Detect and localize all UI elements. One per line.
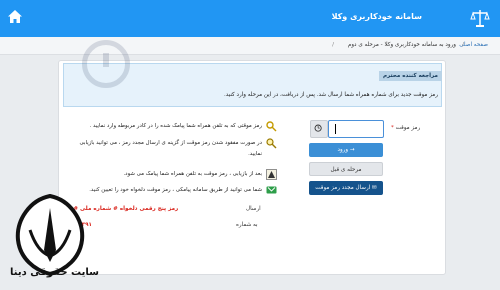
info-line: در صورت مفقود شدن رمز موقت از گزینه ی ار…	[79, 140, 262, 146]
breadcrumb-separator: /	[332, 42, 334, 48]
previous-step-button[interactable]: مرحله ی قبل	[309, 162, 383, 176]
password-label: رمز موقت *	[391, 125, 421, 131]
to-number-label: به شماره	[236, 222, 258, 228]
key-icon	[266, 121, 277, 132]
breadcrumb-current: ورود به سامانه خودکاربری وکلا - مرحله ی …	[347, 42, 456, 48]
send-label: ارسال	[246, 206, 261, 212]
watermark-site-name: سایت حقوقی دینا	[10, 267, 99, 278]
login-icon: →	[349, 147, 355, 153]
notice-title: مراجعه کننده محترم	[378, 71, 442, 81]
clock-icon	[314, 124, 322, 132]
breadcrumb: صفحه اصلی / ورود به سامانه خودکاربری وکل…	[0, 37, 500, 55]
breadcrumb-separator: /	[462, 42, 464, 48]
scales-of-justice-icon	[470, 10, 490, 27]
timer-addon	[310, 120, 328, 138]
top-navbar: سامانه خودکاربری وکلا	[0, 0, 500, 37]
temporary-password-input[interactable]	[328, 120, 384, 138]
text-caret	[335, 124, 336, 134]
info-line: بعد از بازیابی ، رمز موقت به تلفن همراه …	[123, 171, 262, 177]
info-circle-icon	[82, 40, 130, 88]
info-line: نمایید.	[248, 151, 262, 157]
login-button[interactable]: → ورود	[309, 143, 383, 157]
resend-password-button[interactable]: ✉ ارسال مجدد رمز موقت	[309, 181, 383, 195]
app-title[interactable]: سامانه خودکاربری وکلا	[332, 12, 422, 21]
envelope-icon: ✉	[372, 185, 377, 191]
search-key-icon	[266, 138, 277, 149]
notice-text: رمز موقت جدید برای شماره همراه شما ارسال…	[223, 92, 438, 98]
info-line: رمز موقتی که به تلفن همراه شما پیامک شده…	[89, 123, 262, 129]
sms-icon	[266, 186, 277, 194]
warning-icon	[266, 169, 277, 180]
home-icon[interactable]	[7, 9, 23, 25]
info-line: شما می توانید از طریق سامانه پیامکی ، رم…	[89, 187, 262, 193]
